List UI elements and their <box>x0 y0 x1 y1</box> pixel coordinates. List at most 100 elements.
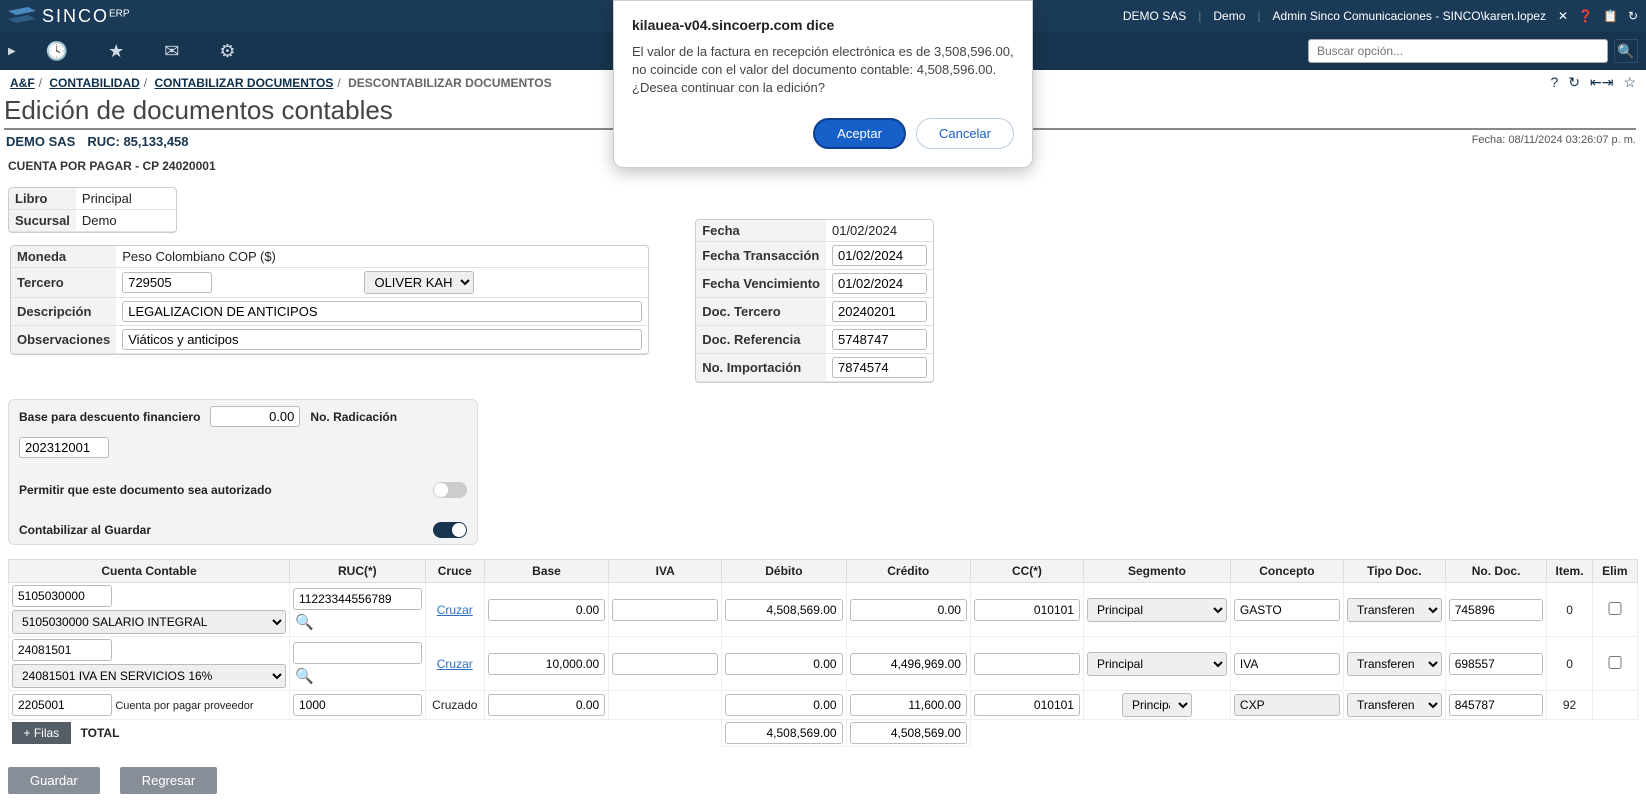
lookup-icon[interactable]: 🔍 <box>293 613 422 631</box>
segmento-select[interactable]: Principal <box>1122 693 1192 717</box>
cc-input[interactable] <box>974 694 1080 716</box>
doc-tercero-label: Doc. Tercero <box>696 298 826 326</box>
cruce-link[interactable]: Cruzar <box>437 603 473 617</box>
chevron-right-icon[interactable]: ▶ <box>8 46 16 57</box>
segmento-select[interactable]: Principal <box>1087 598 1227 622</box>
cuenta-select[interactable]: 5105030000 SALARIO INTEGRAL <box>12 610 286 634</box>
concepto-input[interactable] <box>1234 694 1340 716</box>
cc-input[interactable] <box>974 599 1080 621</box>
cuenta-text: Cuenta por pagar proveedor <box>115 700 253 712</box>
fecha-value: 01/02/2024 <box>826 220 933 242</box>
accept-button[interactable]: Aceptar <box>813 118 906 149</box>
cc-input[interactable] <box>974 653 1080 675</box>
fecha-trans-input[interactable] <box>832 245 927 266</box>
concepto-input[interactable] <box>1234 599 1340 621</box>
permitir-switch[interactable] <box>433 482 467 498</box>
cruce-text: Cruzado <box>425 691 484 720</box>
tipodoc-select[interactable]: Transferen <box>1347 652 1442 676</box>
breadcrumb-c[interactable]: CONTABILIZAR DOCUMENTOS <box>154 76 333 90</box>
cuenta-code-input[interactable] <box>12 639 112 661</box>
breadcrumb-b[interactable]: CONTABILIDAD <box>49 76 139 90</box>
col-concepto: Concepto <box>1230 560 1343 583</box>
ruc-input[interactable] <box>293 642 422 664</box>
total-debito <box>725 722 842 744</box>
doc-ref-input[interactable] <box>832 329 927 350</box>
doc-tercero-input[interactable] <box>832 301 927 322</box>
logo[interactable]: SINCOERP <box>8 6 130 27</box>
global-search-input[interactable] <box>1308 39 1608 63</box>
concepto-input[interactable] <box>1234 653 1340 675</box>
refresh-icon[interactable]: ↻ <box>1628 9 1638 23</box>
lookup-icon[interactable]: 🔍 <box>293 667 422 685</box>
add-rows-button[interactable]: + Filas <box>12 722 72 744</box>
observaciones-input[interactable] <box>122 329 642 350</box>
iva-input[interactable] <box>612 653 718 675</box>
save-button[interactable]: Guardar <box>8 767 100 794</box>
help-page-icon[interactable]: ? <box>1550 74 1558 91</box>
total-row: + Filas TOTAL <box>9 720 1638 747</box>
cancel-button[interactable]: Cancelar <box>916 118 1014 149</box>
ruc-input[interactable] <box>293 694 422 716</box>
col-tipodoc: Tipo Doc. <box>1343 560 1445 583</box>
debito-input[interactable] <box>725 653 842 675</box>
ruc-input[interactable] <box>293 588 422 610</box>
breadcrumb: A&F/ CONTABILIDAD/ CONTABILIZAR DOCUMENT… <box>10 76 552 90</box>
radicacion-input[interactable] <box>19 437 109 458</box>
topbar-company[interactable]: DEMO SAS <box>1123 9 1186 23</box>
contabilizar-switch[interactable] <box>433 522 467 538</box>
tipodoc-select[interactable]: Transferen <box>1347 598 1442 622</box>
star-page-icon[interactable]: ☆ <box>1623 74 1636 91</box>
no-imp-input[interactable] <box>832 357 927 378</box>
iva-input[interactable] <box>612 599 718 621</box>
sucursal-label: Sucursal <box>9 210 76 232</box>
star-icon[interactable]: ★ <box>108 41 124 62</box>
segmento-select[interactable]: Principal <box>1087 652 1227 676</box>
topbar-user[interactable]: Admin Sinco Comunicaciones - SINCO\karen… <box>1273 9 1546 23</box>
cuenta-code-input[interactable] <box>12 694 112 716</box>
base-desc-input[interactable] <box>210 406 300 427</box>
app-name: SINCOERP <box>42 6 130 27</box>
descripcion-label: Descripción <box>11 298 116 326</box>
topbar-module[interactable]: Demo <box>1213 9 1245 23</box>
nodoc-input[interactable] <box>1449 653 1544 675</box>
refresh-page-icon[interactable]: ↻ <box>1568 74 1580 91</box>
envelope-icon[interactable]: ✉ <box>164 41 179 62</box>
collapse-icon[interactable]: ⇤⇥ <box>1590 74 1613 91</box>
credito-input[interactable] <box>850 599 967 621</box>
elim-checkbox[interactable] <box>1596 602 1634 615</box>
breadcrumb-a[interactable]: A&F <box>10 76 35 90</box>
base-input[interactable] <box>488 694 605 716</box>
fecha-venc-input[interactable] <box>832 273 927 294</box>
radicacion-label: No. Radicación <box>310 410 397 424</box>
search-button[interactable]: 🔍 <box>1614 39 1638 63</box>
gear-icon[interactable]: ⚙ <box>219 41 235 62</box>
base-input[interactable] <box>488 599 605 621</box>
tools-icon[interactable]: ✕ <box>1558 9 1568 23</box>
col-elim: Elim <box>1592 560 1637 583</box>
back-button[interactable]: Regresar <box>120 767 217 794</box>
cuenta-select[interactable]: 24081501 IVA EN SERVICIOS 16% <box>12 664 286 688</box>
credito-input[interactable] <box>850 653 967 675</box>
col-debito: Débito <box>722 560 846 583</box>
tercero-code-input[interactable] <box>122 272 212 293</box>
base-desc-label: Base para descuento financiero <box>19 410 200 424</box>
debito-input[interactable] <box>725 599 842 621</box>
contabilizar-label: Contabilizar al Guardar <box>19 523 423 537</box>
nodoc-input[interactable] <box>1449 694 1544 716</box>
moneda-label: Moneda <box>11 246 116 268</box>
topbar-sep: | <box>1257 9 1260 23</box>
libro-sucursal-table: Libro Principal Sucursal Demo <box>8 187 177 233</box>
nodoc-input[interactable] <box>1449 599 1544 621</box>
tipodoc-select[interactable]: Transferen <box>1347 693 1442 717</box>
tercero-name-select[interactable]: OLIVER KAHN <box>364 271 474 294</box>
cruce-link[interactable]: Cruzar <box>437 657 473 671</box>
clipboard-icon[interactable]: 📋 <box>1603 9 1618 23</box>
descripcion-input[interactable] <box>122 301 642 322</box>
base-input[interactable] <box>488 653 605 675</box>
debito-input[interactable] <box>725 694 842 716</box>
credito-input[interactable] <box>850 694 967 716</box>
elim-checkbox[interactable] <box>1596 656 1634 669</box>
cuenta-code-input[interactable] <box>12 585 112 607</box>
clock-icon[interactable]: 🕓 <box>46 41 68 62</box>
help-icon[interactable]: ❓ <box>1578 9 1593 23</box>
